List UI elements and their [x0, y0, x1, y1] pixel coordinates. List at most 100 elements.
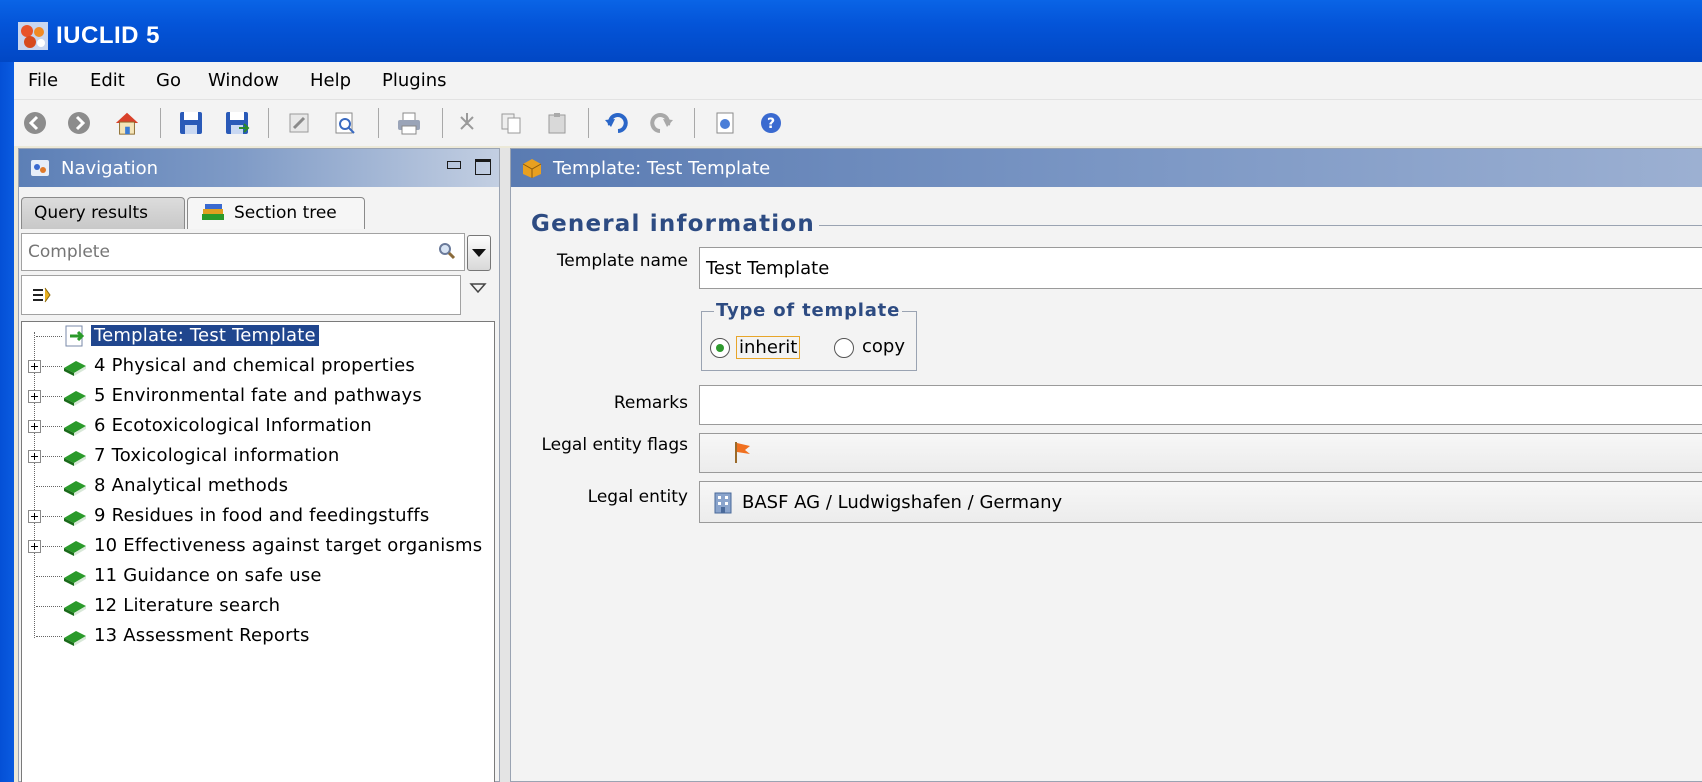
svg-text:?: ?	[767, 116, 775, 132]
template-document-icon	[65, 325, 85, 347]
toolbar-separator	[160, 108, 161, 138]
minimize-icon[interactable]	[447, 161, 461, 169]
save-all-icon[interactable]	[224, 110, 250, 136]
radio-copy[interactable]	[834, 338, 854, 358]
save-icon[interactable]	[178, 110, 204, 136]
menu-bar: File Edit Go Window Help Plugins	[14, 62, 1702, 100]
info-icon[interactable]	[712, 110, 738, 136]
menu-help[interactable]: Help	[310, 70, 351, 91]
tree-item-8[interactable]: 8 Analytical methods	[22, 472, 492, 500]
filter-field[interactable]	[21, 233, 465, 271]
forward-icon[interactable]	[66, 110, 92, 136]
tree-item-label: 11 Guidance on safe use	[94, 565, 322, 586]
book-icon	[64, 541, 86, 556]
preview-icon[interactable]	[332, 110, 358, 136]
tree-item-template[interactable]: Template: Test Template	[22, 322, 492, 350]
tree-item-11[interactable]: 11 Guidance on safe use	[22, 562, 492, 590]
sort-field[interactable]	[21, 275, 461, 315]
radio-copy-label[interactable]: copy	[862, 336, 905, 357]
tree-item-6[interactable]: 6 Ecotoxicological Information	[22, 412, 492, 440]
expand-icon[interactable]	[28, 360, 41, 373]
book-icon	[64, 601, 86, 616]
sort-icon	[33, 287, 51, 303]
undo-icon[interactable]	[604, 110, 630, 136]
toolbar-separator	[378, 108, 379, 138]
tree-item-label: Template: Test Template	[91, 325, 319, 346]
section-tree: Template: Test Template 4 Physical and c…	[21, 321, 495, 782]
copy-icon[interactable]	[498, 110, 524, 136]
tree-item-label: 12 Literature search	[94, 595, 281, 616]
book-icon	[64, 451, 86, 466]
window-frame-left	[0, 62, 14, 782]
template-package-icon	[522, 159, 542, 178]
tree-item-9[interactable]: 9 Residues in food and feedingstuffs	[22, 502, 492, 530]
main-toolbar: ?	[14, 100, 1702, 146]
tree-item-label: 7 Toxicological information	[94, 445, 340, 466]
window-title-bar[interactable]: IUCLID 5	[0, 0, 1702, 62]
tab-query-results[interactable]: Query results	[21, 197, 185, 229]
filter-dropdown-button[interactable]	[467, 235, 491, 271]
back-icon[interactable]	[22, 110, 48, 136]
menu-edit[interactable]: Edit	[90, 70, 125, 91]
tree-item-label: 4 Physical and chemical properties	[94, 355, 415, 376]
search-icon[interactable]	[438, 242, 456, 260]
maximize-icon[interactable]	[475, 159, 491, 175]
menu-window[interactable]: Window	[208, 70, 279, 91]
help-icon[interactable]: ?	[758, 110, 784, 136]
legal-entity-field[interactable]: BASF AG / Ludwigshafen / Germany	[699, 481, 1702, 523]
redo-icon[interactable]	[648, 110, 674, 136]
tree-item-10[interactable]: 10 Effectiveness against target organism…	[22, 532, 492, 560]
section-divider	[819, 225, 1702, 226]
tree-item-12[interactable]: 12 Literature search	[22, 592, 492, 620]
print-icon[interactable]	[396, 110, 422, 136]
template-name-value: Test Template	[706, 258, 830, 279]
toolbar-separator	[268, 108, 269, 138]
book-icon	[64, 391, 86, 406]
legal-entity-label: Legal entity	[587, 487, 688, 507]
navigation-header: Navigation	[19, 149, 499, 187]
radio-inherit-label[interactable]: inherit	[736, 336, 801, 359]
tree-item-label: 6 Ecotoxicological Information	[94, 415, 372, 436]
book-icon	[64, 571, 86, 586]
expand-icon[interactable]	[28, 390, 41, 403]
sort-dropdown-icon[interactable]	[469, 281, 487, 295]
menu-go[interactable]: Go	[156, 70, 181, 91]
expand-icon[interactable]	[28, 510, 41, 523]
tree-item-label: 8 Analytical methods	[94, 475, 289, 496]
legal-entity-value: BASF AG / Ludwigshafen / Germany	[742, 492, 1063, 513]
expand-icon[interactable]	[28, 450, 41, 463]
remarks-input[interactable]	[699, 385, 1702, 425]
section-title-general-information: General information	[531, 211, 815, 237]
tree-item-7[interactable]: 7 Toxicological information	[22, 442, 492, 470]
menu-plugins[interactable]: Plugins	[382, 70, 446, 91]
expand-icon[interactable]	[28, 540, 41, 553]
tab-section-tree[interactable]: Section tree	[187, 197, 365, 229]
paste-icon[interactable]	[544, 110, 570, 136]
tree-item-13[interactable]: 13 Assessment Reports	[22, 622, 492, 650]
template-name-input[interactable]: Test Template	[699, 247, 1702, 289]
toolbar-separator	[694, 108, 695, 138]
expand-icon[interactable]	[28, 420, 41, 433]
filter-input[interactable]	[22, 234, 422, 270]
menu-file[interactable]: File	[28, 70, 58, 91]
navigation-icon	[31, 160, 49, 176]
cut-icon[interactable]	[454, 110, 480, 136]
tree-item-label: 9 Residues in food and feedingstuffs	[94, 505, 430, 526]
legal-entity-flags-label: Legal entity flags	[541, 435, 689, 455]
flag-icon[interactable]	[732, 440, 754, 464]
type-of-template-group: Type of template inherit copy	[701, 300, 917, 371]
panel-splitter[interactable]	[500, 148, 510, 782]
radio-inherit[interactable]	[710, 338, 730, 358]
toolbar-separator	[588, 108, 589, 138]
legal-entity-flags-field[interactable]	[699, 433, 1702, 473]
tree-item-4[interactable]: 4 Physical and chemical properties	[22, 352, 492, 380]
tree-item-label: 13 Assessment Reports	[94, 625, 310, 646]
edit-icon[interactable]	[286, 110, 312, 136]
tree-item-label: 5 Environmental fate and pathways	[94, 385, 422, 406]
tree-item-5[interactable]: 5 Environmental fate and pathways	[22, 382, 492, 410]
iuclid-logo-icon	[18, 22, 48, 50]
tab-section-tree-label: Section tree	[234, 203, 337, 223]
books-icon	[202, 204, 224, 220]
home-icon[interactable]	[114, 110, 140, 136]
tree-item-label: 10 Effectiveness against target organism…	[94, 535, 483, 556]
